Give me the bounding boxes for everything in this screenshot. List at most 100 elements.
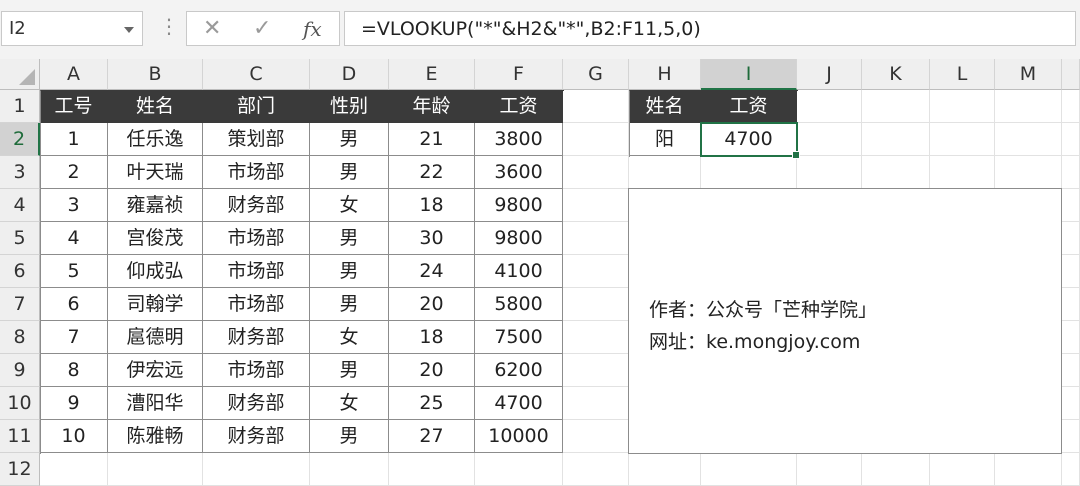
table-header-cell[interactable]: 年龄 bbox=[389, 90, 475, 123]
table-cell[interactable]: 9800 bbox=[475, 189, 563, 222]
grid-cell[interactable] bbox=[563, 222, 629, 255]
grid-cell[interactable] bbox=[389, 453, 475, 486]
author-note-box[interactable]: 作者：公众号「芒种学院」 网址：ke.mongjoy.com bbox=[628, 188, 1062, 454]
grid-cell[interactable] bbox=[563, 255, 629, 288]
insert-function-icon[interactable]: fx bbox=[303, 17, 322, 41]
table-cell[interactable]: 财务部 bbox=[203, 189, 310, 222]
row-header-8[interactable]: 8 bbox=[0, 321, 40, 354]
grid-cell[interactable] bbox=[995, 156, 1062, 189]
grid-cell[interactable] bbox=[563, 90, 629, 123]
table-cell[interactable]: 漕阳华 bbox=[108, 387, 203, 420]
table-cell[interactable]: 30 bbox=[389, 222, 475, 255]
column-header-k[interactable]: K bbox=[862, 59, 930, 90]
grid-cell[interactable] bbox=[862, 453, 930, 486]
grid-cell[interactable] bbox=[563, 354, 629, 387]
table-cell[interactable]: 18 bbox=[389, 321, 475, 354]
table-cell[interactable]: 男 bbox=[310, 288, 389, 321]
name-box[interactable]: I2 bbox=[1, 11, 143, 46]
table-cell[interactable]: 3600 bbox=[475, 156, 563, 189]
grid-cell[interactable] bbox=[1062, 123, 1080, 156]
grid-cell[interactable] bbox=[995, 453, 1062, 486]
grid-cell[interactable] bbox=[797, 453, 862, 486]
grid-cell[interactable] bbox=[701, 453, 797, 486]
select-all-button[interactable] bbox=[0, 59, 40, 90]
lookup-result-cell[interactable]: 4700 bbox=[701, 123, 797, 156]
table-cell[interactable]: 司翰学 bbox=[108, 288, 203, 321]
column-header-a[interactable]: A bbox=[40, 59, 108, 90]
enter-check-icon[interactable]: ✓ bbox=[253, 16, 271, 41]
table-cell[interactable]: 5 bbox=[40, 255, 108, 288]
grid-cell[interactable] bbox=[629, 156, 701, 189]
table-cell[interactable]: 1 bbox=[40, 123, 108, 156]
table-cell[interactable]: 男 bbox=[310, 156, 389, 189]
row-header-11[interactable]: 11 bbox=[0, 420, 40, 453]
table-cell[interactable]: 财务部 bbox=[203, 420, 310, 453]
grid-cell[interactable] bbox=[995, 90, 1062, 123]
grid-cell[interactable] bbox=[475, 453, 563, 486]
table-cell[interactable]: 女 bbox=[310, 321, 389, 354]
column-header-j[interactable]: J bbox=[797, 59, 862, 90]
column-header-d[interactable]: D bbox=[310, 59, 389, 90]
grid-cell[interactable] bbox=[797, 123, 862, 156]
grid-cell[interactable] bbox=[701, 156, 797, 189]
grid-cell[interactable] bbox=[563, 123, 629, 156]
grid-cell[interactable] bbox=[1062, 354, 1080, 387]
formula-input[interactable]: =VLOOKUP("*"&H2&"*",B2:F11,5,0) bbox=[344, 11, 1076, 46]
grid-cell[interactable] bbox=[563, 156, 629, 189]
table-cell[interactable]: 男 bbox=[310, 222, 389, 255]
cancel-icon[interactable]: ✕ bbox=[203, 16, 221, 41]
row-header-5[interactable]: 5 bbox=[0, 222, 40, 255]
table-cell[interactable]: 8 bbox=[40, 354, 108, 387]
table-cell[interactable]: 女 bbox=[310, 189, 389, 222]
row-header-6[interactable]: 6 bbox=[0, 255, 40, 288]
table-cell[interactable]: 男 bbox=[310, 354, 389, 387]
table-cell[interactable]: 财务部 bbox=[203, 387, 310, 420]
table-cell[interactable]: 财务部 bbox=[203, 321, 310, 354]
table-cell[interactable]: 宫俊茂 bbox=[108, 222, 203, 255]
table-header-cell[interactable]: 部门 bbox=[203, 90, 310, 123]
table-cell[interactable]: 7500 bbox=[475, 321, 563, 354]
row-header-7[interactable]: 7 bbox=[0, 288, 40, 321]
table-cell[interactable]: 22 bbox=[389, 156, 475, 189]
table-cell[interactable]: 3 bbox=[40, 189, 108, 222]
grid-cell[interactable] bbox=[995, 123, 1062, 156]
row-header-12[interactable]: 12 bbox=[0, 453, 40, 486]
grid-cell[interactable] bbox=[1062, 189, 1080, 222]
grid-cell[interactable] bbox=[563, 189, 629, 222]
table-cell[interactable]: 男 bbox=[310, 420, 389, 453]
grid-cell[interactable] bbox=[797, 90, 862, 123]
table-cell[interactable]: 4700 bbox=[475, 387, 563, 420]
table-cell[interactable]: 10000 bbox=[475, 420, 563, 453]
column-header-i[interactable]: I bbox=[701, 59, 797, 90]
lookup-header-cell[interactable]: 工资 bbox=[701, 90, 797, 123]
grid-cell[interactable] bbox=[108, 453, 203, 486]
grid-cell[interactable] bbox=[862, 156, 930, 189]
lookup-header-cell[interactable]: 姓名 bbox=[629, 90, 701, 123]
grid-cell[interactable] bbox=[862, 90, 930, 123]
table-cell[interactable]: 市场部 bbox=[203, 255, 310, 288]
table-cell[interactable]: 5800 bbox=[475, 288, 563, 321]
table-cell[interactable]: 7 bbox=[40, 321, 108, 354]
column-header-c[interactable]: C bbox=[203, 59, 310, 90]
grid-cell[interactable] bbox=[797, 156, 862, 189]
table-cell[interactable]: 策划部 bbox=[203, 123, 310, 156]
table-cell[interactable]: 4 bbox=[40, 222, 108, 255]
grid-cell[interactable] bbox=[563, 387, 629, 420]
table-cell[interactable]: 9800 bbox=[475, 222, 563, 255]
table-header-cell[interactable]: 工号 bbox=[40, 90, 108, 123]
lookup-name-cell[interactable]: 阳 bbox=[629, 123, 701, 156]
table-cell[interactable]: 任乐逸 bbox=[108, 123, 203, 156]
table-cell[interactable]: 6200 bbox=[475, 354, 563, 387]
table-cell[interactable]: 女 bbox=[310, 387, 389, 420]
grid-cell[interactable] bbox=[310, 453, 389, 486]
grid-cell[interactable] bbox=[563, 420, 629, 453]
table-cell[interactable]: 6 bbox=[40, 288, 108, 321]
grid-cell[interactable] bbox=[1062, 255, 1080, 288]
grid-cell[interactable] bbox=[563, 453, 629, 486]
table-cell[interactable]: 市场部 bbox=[203, 156, 310, 189]
row-header-4[interactable]: 4 bbox=[0, 189, 40, 222]
row-header-9[interactable]: 9 bbox=[0, 354, 40, 387]
table-cell[interactable]: 扈德明 bbox=[108, 321, 203, 354]
grid-cell[interactable] bbox=[930, 123, 995, 156]
table-cell[interactable]: 4100 bbox=[475, 255, 563, 288]
